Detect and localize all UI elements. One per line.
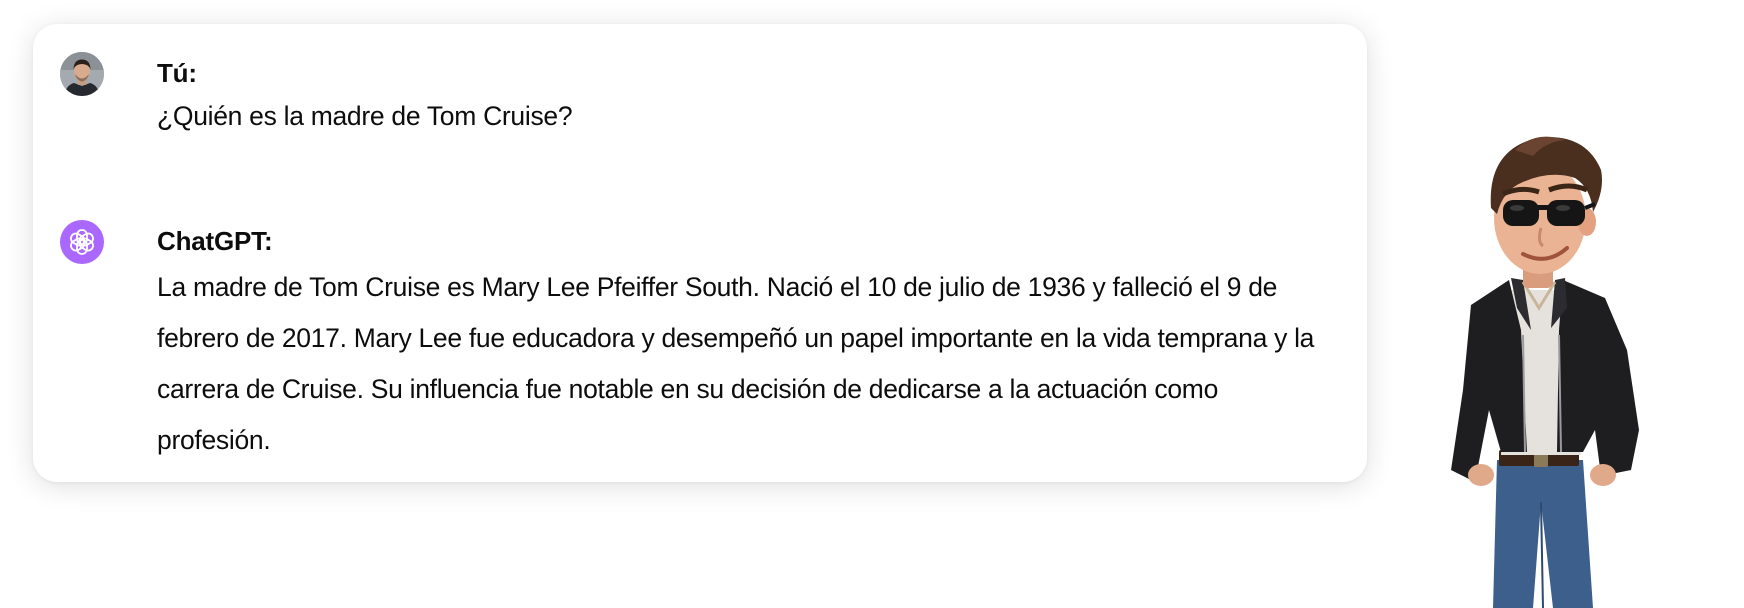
chat-card: Tú: ¿Quién es la madre de Tom Cruise? Ch… [33,24,1367,482]
assistant-avatar [60,220,104,264]
assistant-message: ChatGPT: La madre de Tom Cruise es Mary … [60,220,1327,466]
user-message-text: ¿Quién es la madre de Tom Cruise? [157,101,573,131]
user-avatar-photo-icon [60,52,104,96]
cartoon-character-illustration [1451,136,1639,608]
user-avatar [60,52,104,96]
openai-logo-icon [70,229,94,255]
assistant-message-text: La madre de Tom Cruise es Mary Lee Pfeif… [157,272,1315,455]
user-author-label: Tú: [157,58,197,88]
assistant-author-label: ChatGPT: [157,226,273,256]
user-message: Tú: ¿Quién es la madre de Tom Cruise? [60,52,1327,142]
